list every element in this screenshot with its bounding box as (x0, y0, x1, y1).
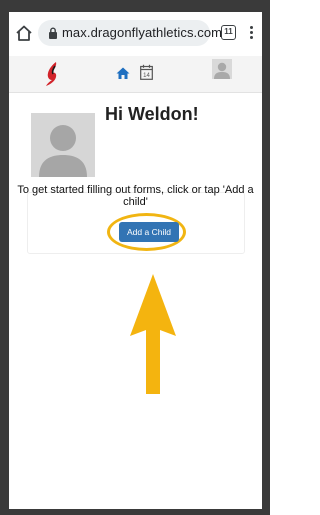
url-text: max.dragonflyathletics.com (62, 25, 223, 40)
lock-icon (49, 27, 57, 39)
phone-screen: max.dragonflyathletics.com 11 14 Hi Weld… (9, 12, 262, 509)
dragonfly-logo[interactable] (43, 61, 63, 87)
home-icon[interactable] (13, 22, 35, 44)
tab-switcher-button[interactable]: 11 (221, 25, 236, 40)
calendar-day: 14 (143, 73, 150, 79)
address-bar[interactable]: max.dragonflyathletics.com (38, 20, 222, 46)
browser-toolbar: max.dragonflyathletics.com 11 (9, 12, 262, 56)
pointer-arrow-icon (130, 274, 176, 394)
device-frame: max.dragonflyathletics.com 11 14 Hi Weld… (0, 0, 270, 515)
user-avatar-icon[interactable] (212, 59, 232, 79)
greeting-heading: Hi Weldon! (105, 104, 199, 124)
calendar-nav-icon[interactable]: 14 (140, 64, 153, 80)
overflow-menu-icon[interactable] (247, 24, 255, 42)
home-nav-icon[interactable] (116, 67, 130, 79)
app-navbar: 14 (9, 56, 262, 93)
add-child-button[interactable]: Add a Child (119, 222, 179, 242)
profile-avatar (31, 113, 95, 177)
instructions-text: To get started filling out forms, click … (17, 184, 254, 208)
